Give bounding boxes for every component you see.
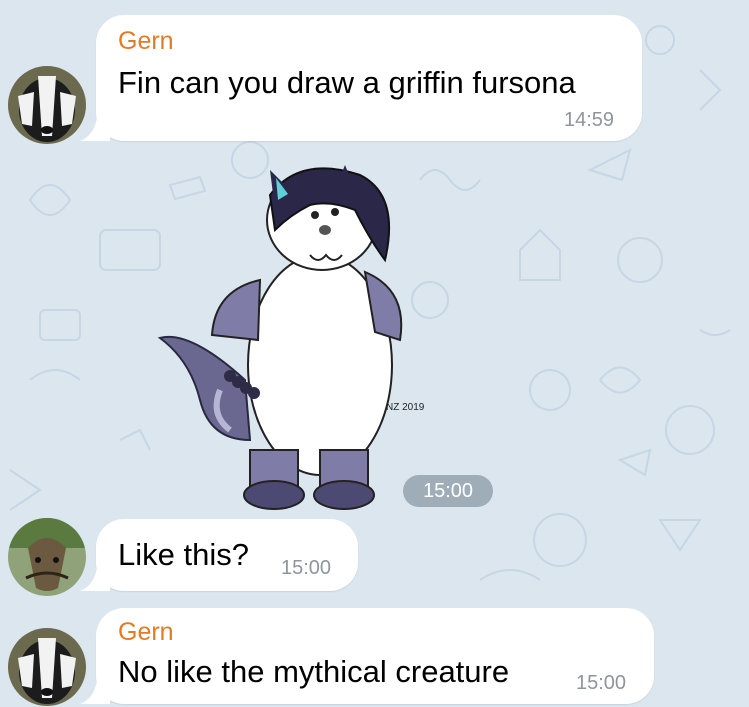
message-text: No like the mythical creature xyxy=(118,654,510,689)
sender-name[interactable]: Gern xyxy=(118,618,174,647)
bubble-tail xyxy=(80,674,110,704)
message-text: Fin can you draw a griffin fursona xyxy=(118,65,576,100)
badger-avatar-icon xyxy=(8,66,86,144)
message-bubble[interactable]: Gern Fin can you draw a griffin fursona … xyxy=(80,15,642,141)
sticker-time-pill: 15:00 xyxy=(403,475,493,507)
bubble-tail xyxy=(80,111,110,141)
sender-avatar[interactable] xyxy=(8,518,86,596)
sticker-message[interactable]: NZ 2019 xyxy=(150,160,430,520)
sticker-signature: NZ 2019 xyxy=(386,402,425,413)
message-time: 15:00 xyxy=(281,557,332,579)
sender-avatar[interactable] xyxy=(8,628,86,706)
message-text: Like this? xyxy=(118,537,249,572)
catfish-avatar-icon xyxy=(8,518,86,596)
sender-avatar[interactable] xyxy=(8,66,86,144)
message-bubble[interactable]: Like this? 15:00 xyxy=(80,519,358,591)
badger-avatar-icon xyxy=(8,628,86,706)
sender-name[interactable]: Gern xyxy=(118,27,174,56)
message-time: 15:00 xyxy=(576,672,627,694)
message-bubble[interactable]: Gern No like the mythical creature 15:00 xyxy=(80,608,654,704)
message-time: 14:59 xyxy=(564,109,615,131)
bubble-tail xyxy=(80,561,110,591)
wolf-cat-character-drawing xyxy=(157,165,403,510)
